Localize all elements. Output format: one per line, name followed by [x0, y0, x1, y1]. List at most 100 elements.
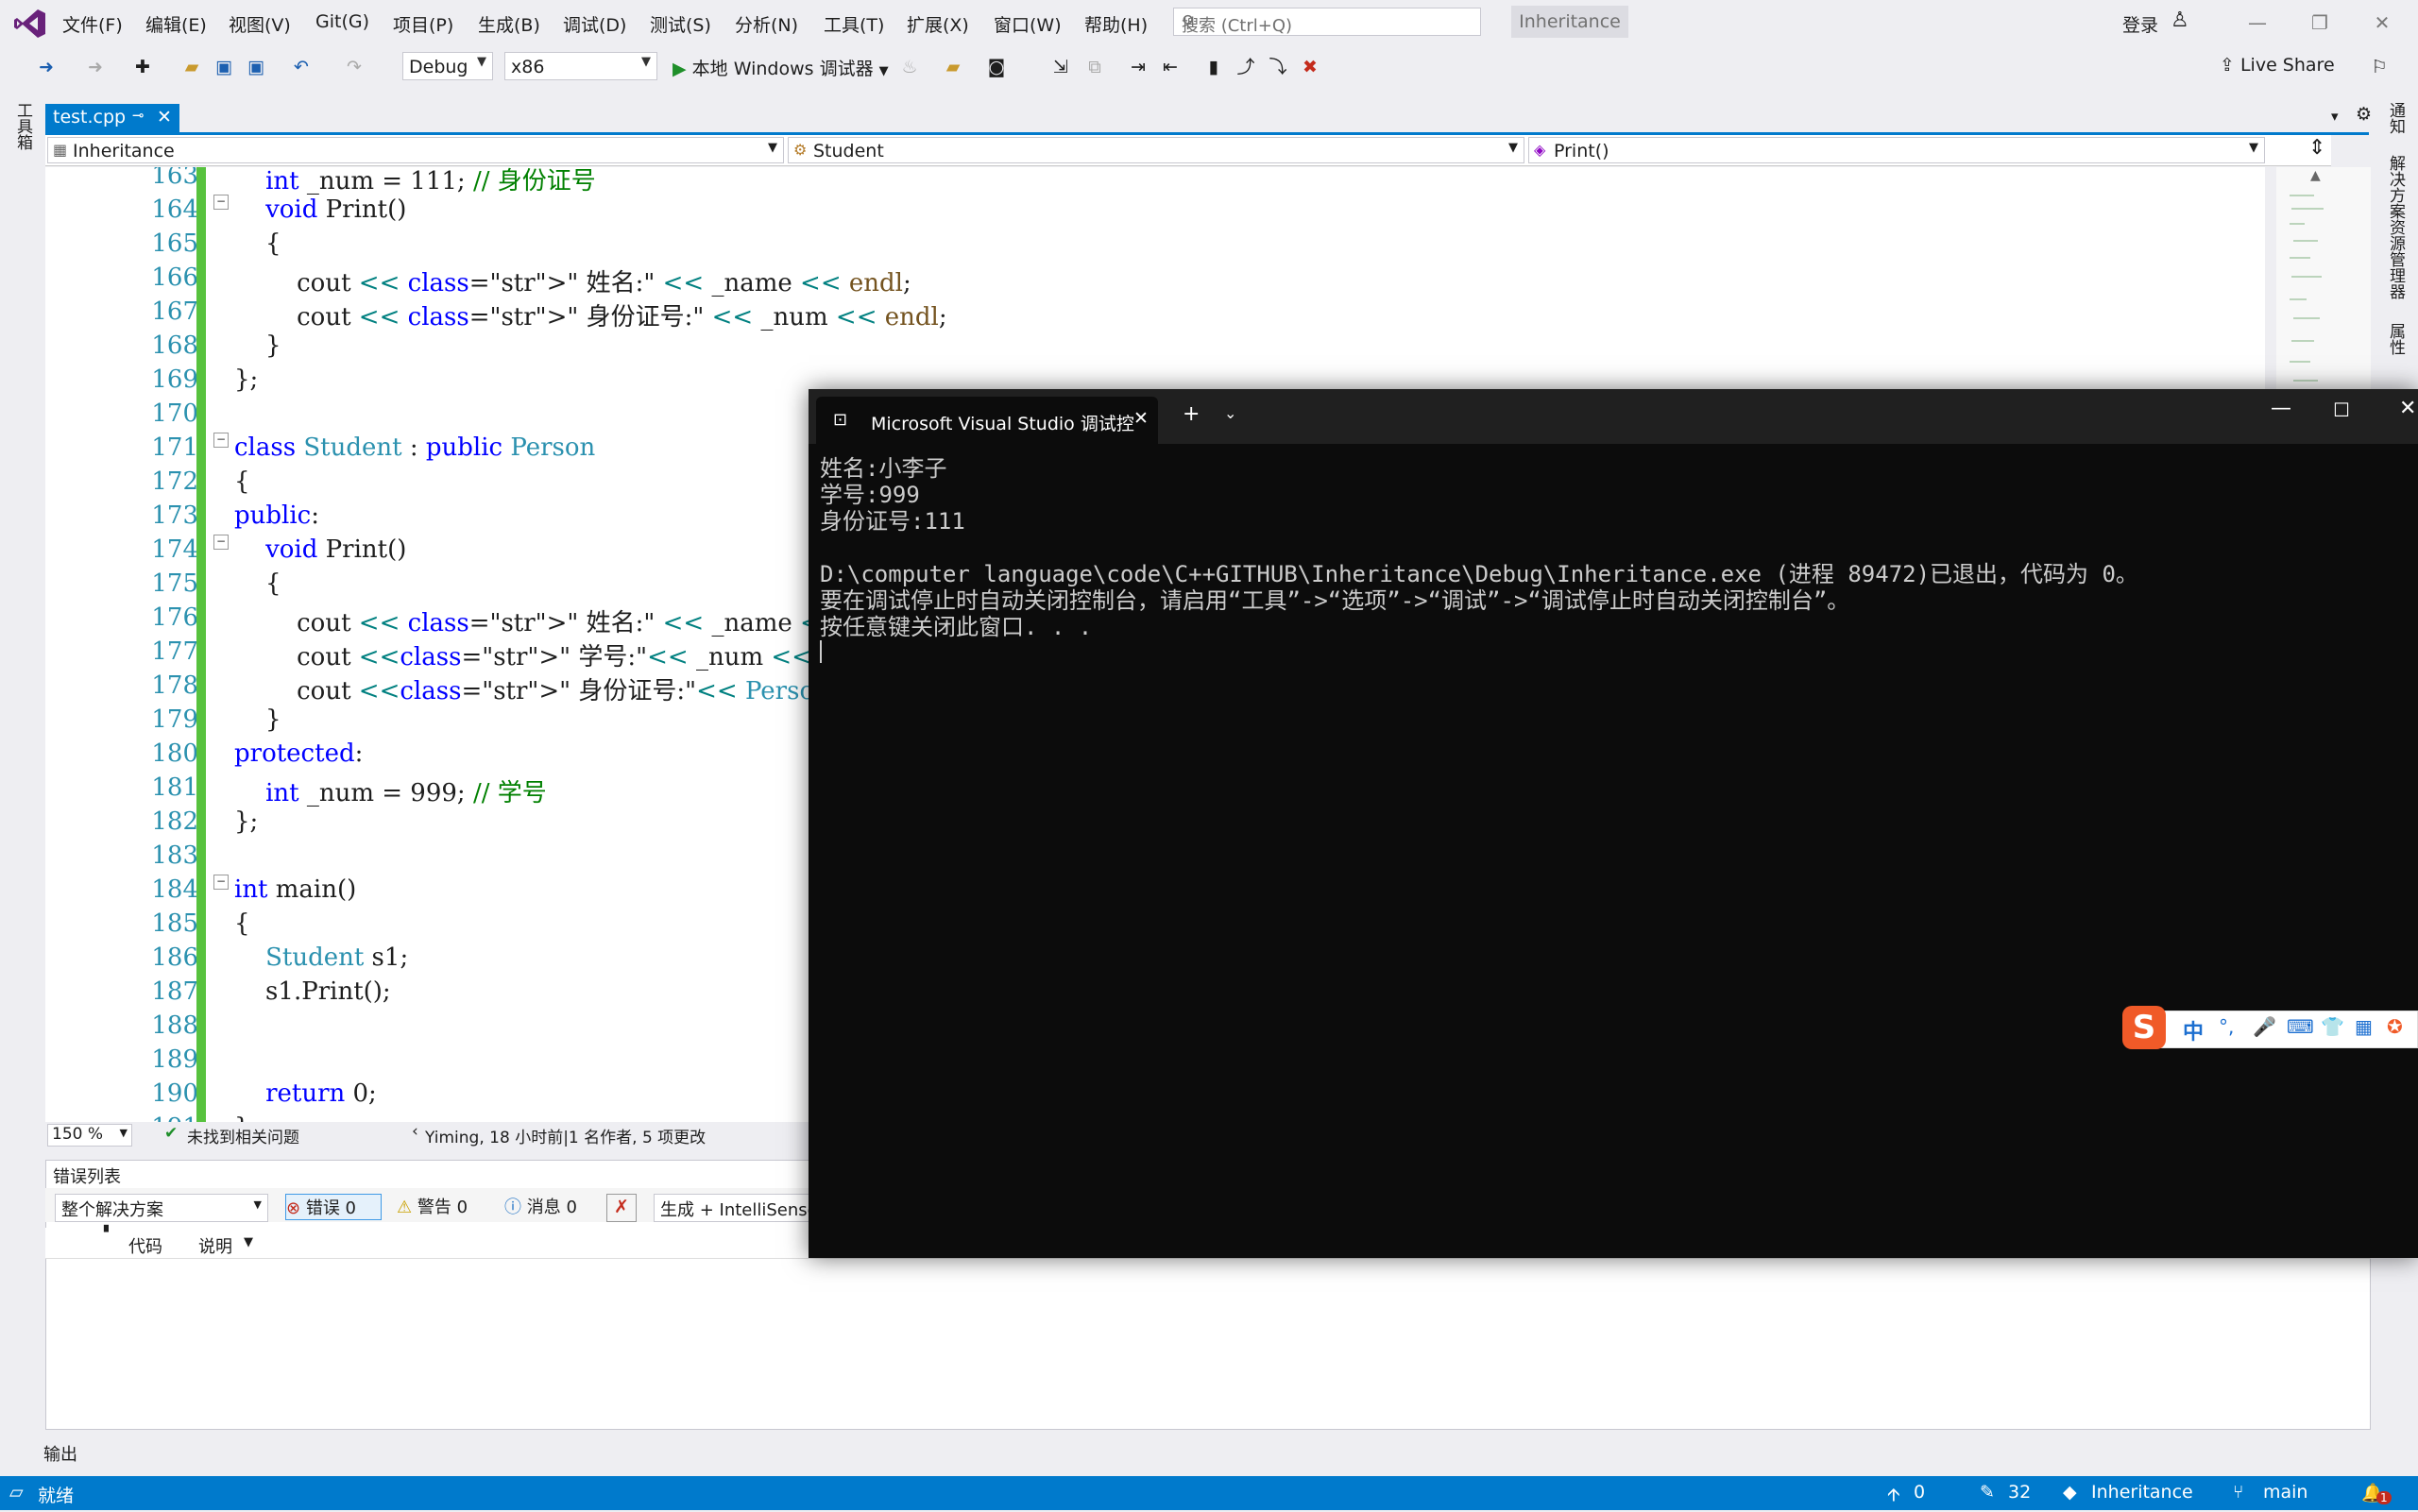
split-window-icon[interactable]: ⇕: [2308, 136, 2325, 160]
code-line[interactable]: {: [234, 229, 281, 258]
ime-toolbar[interactable]: S 中 °, 🎤 ⌨ 👕 ▦ ✪: [2122, 1006, 2418, 1049]
code-line[interactable]: int _num = 999; // 学号: [234, 773, 547, 808]
collapse-icon[interactable]: −: [213, 433, 229, 448]
collapse-icon[interactable]: −: [213, 875, 229, 890]
code-line[interactable]: };: [234, 365, 258, 394]
pin-icon[interactable]: ⊸: [132, 107, 145, 124]
menu-project[interactable]: 项目(P): [393, 11, 453, 37]
code-line[interactable]: cout << class="str">" 姓名:" << _name << e…: [234, 263, 911, 298]
menu-test[interactable]: 测试(S): [650, 11, 711, 37]
solution-explorer-tab[interactable]: 解决方案资源管理器: [2386, 155, 2405, 299]
code-line[interactable]: cout << class="str">" 身份证号:" << _num << …: [234, 297, 947, 332]
code-line[interactable]: void Print(): [234, 195, 406, 224]
menu-analyze[interactable]: 分析(N): [735, 11, 798, 37]
branch-name[interactable]: main: [2263, 1482, 2307, 1503]
minimize-button[interactable]: —: [2271, 397, 2291, 420]
close-window-button[interactable]: ✕: [2363, 6, 2401, 40]
tab-list-icon[interactable]: ▾: [2331, 108, 2339, 125]
menu-debug[interactable]: 调试(D): [563, 11, 626, 37]
menu-view[interactable]: 视图(V): [229, 11, 291, 37]
code-line[interactable]: s1.Print();: [234, 977, 391, 1006]
user-add-icon[interactable]: ♙: [2171, 8, 2189, 32]
configuration-dropdown[interactable]: Debug ▼: [402, 52, 493, 80]
member-dropdown[interactable]: ◈ Print() ▼: [1528, 137, 2265, 163]
code-line[interactable]: {: [234, 467, 250, 496]
code-line[interactable]: int _num = 111; // 身份证号: [234, 167, 596, 196]
debug-console-window[interactable]: ⊡ Microsoft Visual Studio 调试控 ✕ + ⌄ — ☐ …: [809, 389, 2418, 1258]
search-input[interactable]: 搜索 (Ctrl+Q) ⚲: [1173, 8, 1481, 36]
restore-button[interactable]: ❐: [2301, 6, 2339, 40]
start-debugger-button[interactable]: ▶ 本地 Windows 调试器 ▼: [673, 55, 889, 80]
minimap[interactable]: [2276, 167, 2371, 394]
redo-icon[interactable]: ↷: [342, 55, 366, 79]
microphone-icon[interactable]: 🎤: [2253, 1015, 2276, 1038]
warnings-filter-button[interactable]: ⚠ 警告 0: [397, 1194, 468, 1218]
class-dropdown[interactable]: ⚙ Student ▼: [788, 137, 1524, 163]
new-project-icon[interactable]: ✚: [130, 55, 155, 79]
console-tab[interactable]: ⊡ Microsoft Visual Studio 调试控 ✕: [816, 397, 1158, 444]
code-line[interactable]: };: [234, 807, 258, 836]
collapse-icon[interactable]: −: [213, 535, 229, 550]
menu-extensions[interactable]: 扩展(X): [907, 11, 969, 37]
forward-icon[interactable]: ➜: [83, 55, 108, 79]
feedback-icon[interactable]: ⚐: [2367, 55, 2392, 79]
code-line[interactable]: int main(): [234, 875, 356, 904]
filter-icon[interactable]: ✗: [606, 1194, 637, 1222]
scroll-up-icon[interactable]: ▲: [2310, 168, 2321, 183]
code-line[interactable]: class Student : public Person: [234, 433, 595, 462]
compare-icon[interactable]: ⧉: [1082, 55, 1107, 79]
code-line[interactable]: void Print(): [234, 535, 406, 564]
close-tab-icon[interactable]: ✕: [1133, 408, 1149, 429]
repository-name[interactable]: Inheritance: [2091, 1482, 2193, 1503]
step-icon[interactable]: ⇲: [1048, 55, 1073, 79]
save-all-icon[interactable]: ▣: [244, 55, 268, 79]
chevron-left-icon[interactable]: ‹: [412, 1122, 418, 1141]
browse-folder-icon[interactable]: ▰: [941, 55, 965, 79]
menu-file[interactable]: 文件(F): [62, 11, 123, 37]
sogou-logo-icon[interactable]: S: [2122, 1006, 2166, 1049]
platform-dropdown[interactable]: x86 ▼: [504, 52, 657, 80]
properties-tab[interactable]: 属性: [2386, 323, 2405, 355]
messages-filter-button[interactable]: ⓘ 消息 0: [504, 1194, 577, 1218]
maximize-button[interactable]: ☐: [2333, 399, 2350, 421]
code-line[interactable]: {: [234, 909, 250, 938]
code-line[interactable]: }: [234, 705, 281, 734]
errors-filter-button[interactable]: ⊗ 错误 0: [285, 1194, 382, 1220]
code-line[interactable]: }: [234, 331, 281, 360]
bookmark-icon[interactable]: ▮: [1201, 55, 1226, 79]
undo-icon[interactable]: ↶: [289, 55, 314, 79]
code-line[interactable]: {: [234, 569, 281, 598]
next-bookmark-icon[interactable]: ⤵: [1266, 55, 1290, 79]
new-tab-icon[interactable]: +: [1183, 402, 1200, 426]
open-folder-icon[interactable]: ▰: [179, 55, 204, 79]
column-header-code[interactable]: 代码: [128, 1233, 162, 1258]
issues-status[interactable]: 未找到相关问题: [187, 1124, 299, 1147]
outdent-icon[interactable]: ⇤: [1158, 55, 1183, 79]
code-line[interactable]: return 0;: [234, 1079, 377, 1108]
game-icon[interactable]: ✪: [2387, 1015, 2403, 1038]
clear-bookmarks-icon[interactable]: ✖: [1298, 55, 1322, 79]
codelens-git-info[interactable]: Yiming, 18 小时前|1 名作者, 5 项更改: [425, 1124, 706, 1147]
column-header-description[interactable]: 说明: [198, 1233, 232, 1258]
changes-count[interactable]: 32: [2008, 1482, 2031, 1503]
menu-help[interactable]: 帮助(H): [1084, 11, 1148, 37]
hot-reload-icon[interactable]: ♨: [897, 55, 922, 79]
toolbox-grid-icon[interactable]: ▦: [2355, 1015, 2373, 1038]
collapse-icon[interactable]: −: [213, 195, 229, 210]
close-tab-icon[interactable]: ✕: [157, 107, 172, 127]
code-line[interactable]: Student s1;: [234, 943, 408, 972]
live-share-button[interactable]: ⇪ Live Share: [2220, 55, 2335, 76]
save-icon[interactable]: ▣: [212, 55, 236, 79]
code-line[interactable]: protected:: [234, 739, 363, 768]
prev-bookmark-icon[interactable]: ⤴: [1234, 55, 1258, 79]
chevron-down-icon[interactable]: ▼: [244, 1235, 253, 1249]
keyboard-icon[interactable]: ⌨: [2287, 1015, 2314, 1038]
menu-edit[interactable]: 编辑(E): [145, 11, 207, 37]
output-tab[interactable]: 输出: [43, 1441, 77, 1466]
push-count[interactable]: 0: [1914, 1482, 1925, 1503]
notifications-tab[interactable]: 通知: [2386, 102, 2405, 134]
error-scope-dropdown[interactable]: 整个解决方案 ▼: [55, 1194, 268, 1222]
chevron-down-icon[interactable]: ⌄: [1224, 404, 1236, 422]
code-line[interactable]: cout <<class="str">" 学号:"<< _num << endl…: [234, 637, 899, 672]
skin-shirt-icon[interactable]: 👕: [2321, 1015, 2344, 1038]
